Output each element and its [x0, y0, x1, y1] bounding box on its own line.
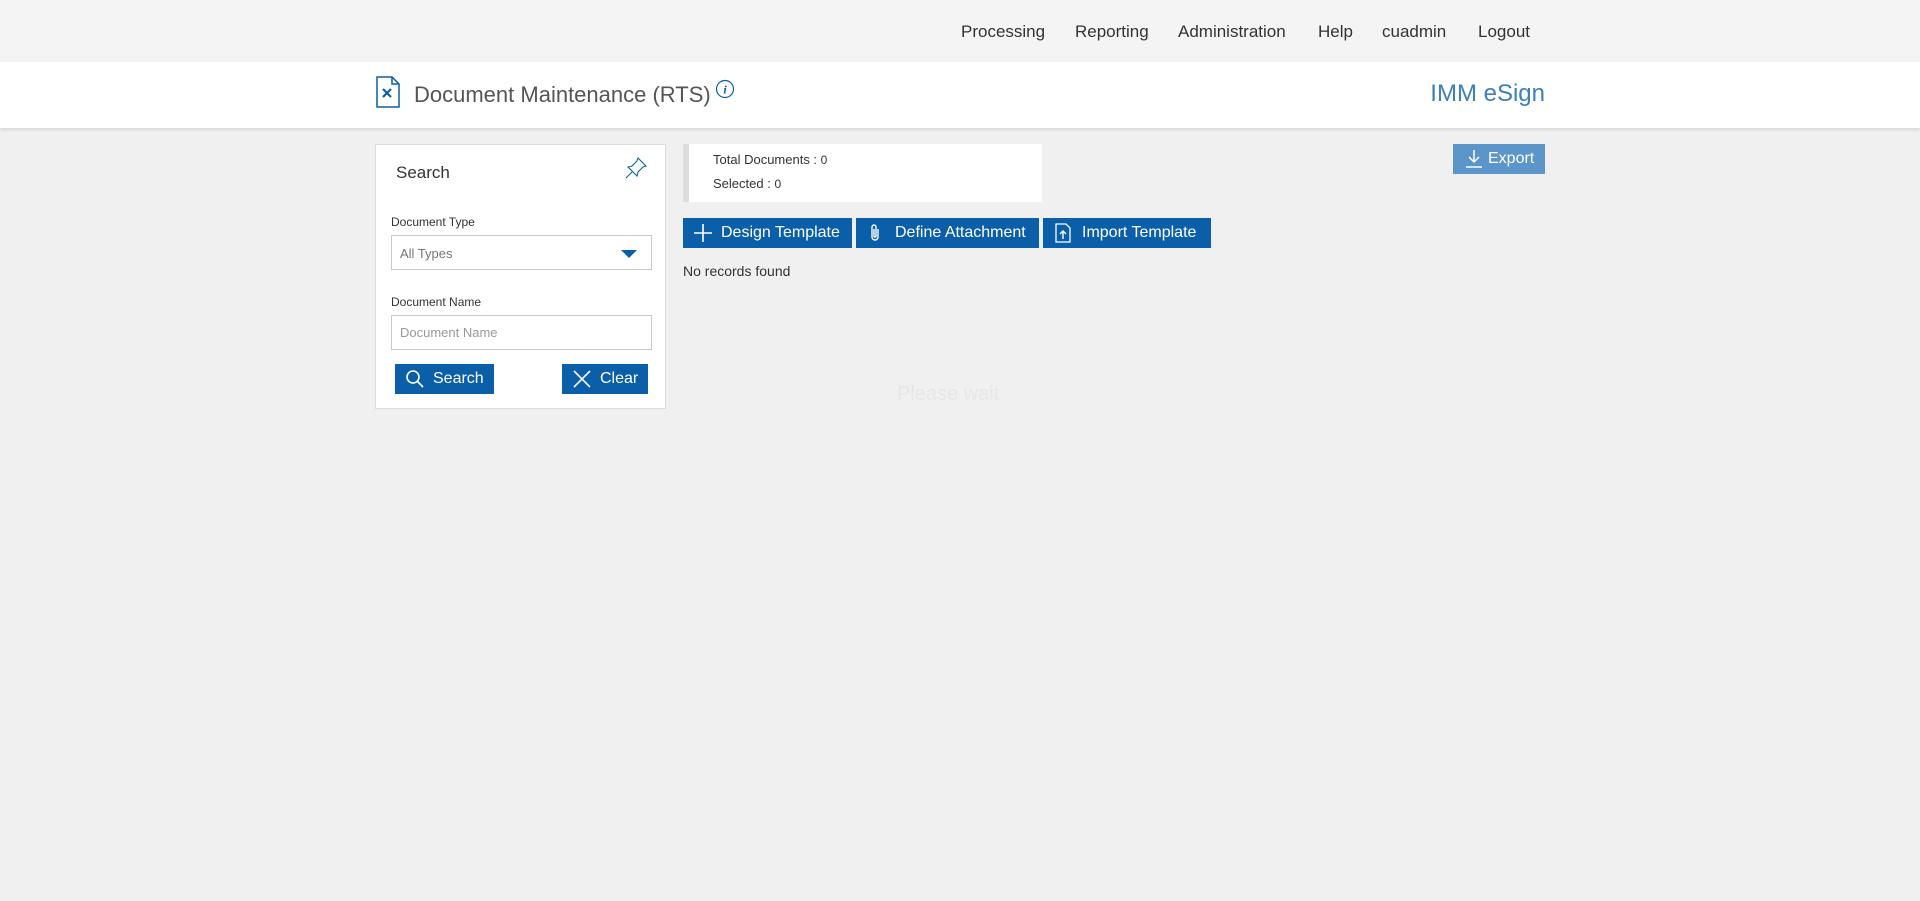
- chevron-down-icon: [621, 250, 637, 258]
- export-label: Export: [1488, 150, 1535, 167]
- import-icon: [1053, 223, 1073, 243]
- total-documents: Total Documents : 0: [713, 152, 827, 167]
- page-header: Document Maintenance (RTS) i IMM eSign: [0, 62, 1920, 128]
- import-template-label: Import Template: [1082, 224, 1197, 241]
- document-type-value: All Types: [400, 246, 453, 261]
- info-icon[interactable]: i: [715, 79, 735, 99]
- close-icon: [572, 369, 592, 389]
- documents-summary: Total Documents : 0 Selected : 0: [683, 144, 1042, 202]
- define-attachment-button[interactable]: Define Attachment: [856, 218, 1039, 248]
- total-documents-label: Total Documents :: [713, 152, 821, 167]
- design-template-button[interactable]: Design Template: [683, 218, 852, 248]
- search-panel-title: Search: [396, 163, 450, 182]
- no-records-message: No records found: [683, 263, 791, 279]
- design-template-label: Design Template: [721, 224, 840, 241]
- pin-icon[interactable]: [623, 155, 649, 181]
- search-button[interactable]: Search: [395, 364, 494, 394]
- document-type-select[interactable]: All Types: [391, 235, 652, 270]
- document-type-label: Document Type: [391, 215, 475, 229]
- define-attachment-label: Define Attachment: [895, 224, 1026, 241]
- clear-button[interactable]: Clear: [562, 364, 648, 394]
- export-button[interactable]: Export: [1453, 144, 1545, 174]
- document-name-input[interactable]: [391, 315, 652, 350]
- brand-name: IMM eSign: [1430, 80, 1545, 107]
- document-icon: [375, 76, 401, 108]
- nav-administration[interactable]: Administration: [1178, 22, 1286, 42]
- download-icon: [1465, 149, 1483, 169]
- document-name-label: Document Name: [391, 295, 482, 309]
- nav-processing[interactable]: Processing: [961, 22, 1045, 42]
- top-navigation: Processing Reporting Administration Help…: [0, 0, 1920, 62]
- search-button-label: Search: [433, 370, 484, 387]
- total-documents-value: 0: [820, 153, 828, 167]
- page-title: Document Maintenance (RTS): [414, 82, 711, 107]
- clear-button-label: Clear: [600, 370, 639, 387]
- plus-icon: [693, 223, 713, 243]
- selected-documents: Selected : 0: [713, 176, 781, 191]
- selected-documents-label: Selected :: [713, 176, 775, 191]
- loading-message: Please wait: [897, 383, 1000, 405]
- svg-text:i: i: [723, 83, 727, 97]
- nav-user[interactable]: cuadmin: [1382, 22, 1446, 42]
- nav-help[interactable]: Help: [1318, 22, 1353, 42]
- search-panel: Search Document Type All Types Document …: [375, 144, 666, 409]
- paperclip-icon: [866, 223, 886, 243]
- selected-documents-value: 0: [774, 177, 782, 191]
- nav-reporting[interactable]: Reporting: [1075, 22, 1149, 42]
- search-icon: [405, 369, 425, 389]
- nav-logout[interactable]: Logout: [1478, 22, 1530, 42]
- import-template-button[interactable]: Import Template: [1043, 218, 1211, 248]
